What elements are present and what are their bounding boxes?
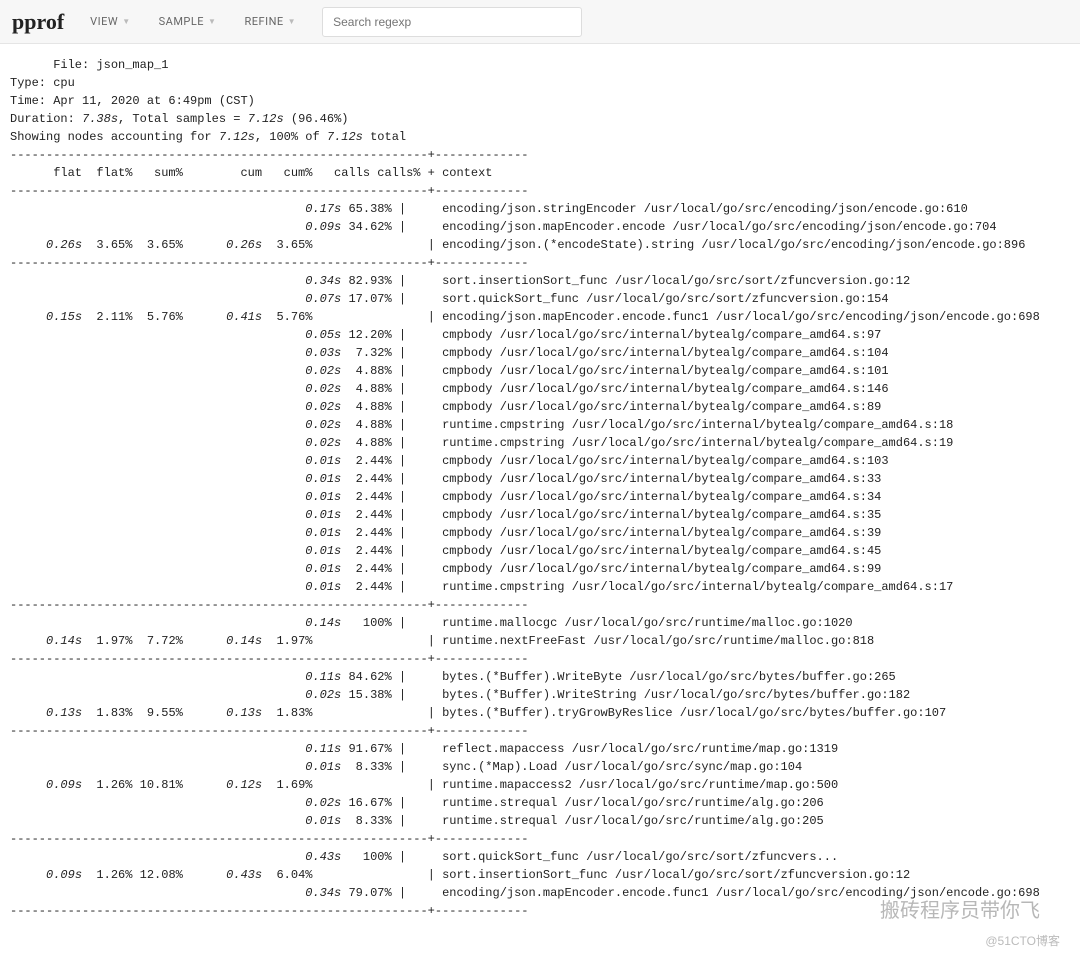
report-line: ----------------------------------------… <box>10 830 1070 848</box>
report-line: 0.01s 2.44% | cmpbody /usr/local/go/src/… <box>10 452 1070 470</box>
report-line: 0.01s 2.44% | cmpbody /usr/local/go/src/… <box>10 560 1070 578</box>
report-line: Showing nodes accounting for 7.12s, 100%… <box>10 128 1070 146</box>
report-line: Time: Apr 11, 2020 at 6:49pm (CST) <box>10 92 1070 110</box>
logo: pprof <box>12 9 64 35</box>
report-line: 0.01s 2.44% | runtime.cmpstring /usr/loc… <box>10 578 1070 596</box>
report-line: 0.02s 4.88% | cmpbody /usr/local/go/src/… <box>10 362 1070 380</box>
report-line: 0.26s 3.65% 3.65% 0.26s 3.65% | encoding… <box>10 236 1070 254</box>
search-input[interactable] <box>322 7 582 37</box>
report-line: 0.15s 2.11% 5.76% 0.41s 5.76% | encoding… <box>10 308 1070 326</box>
report-line: File: json_map_1 <box>10 56 1070 74</box>
report-line: 0.09s 1.26% 12.08% 0.43s 6.04% | sort.in… <box>10 866 1070 884</box>
report-line: 0.34s 82.93% | sort.insertionSort_func /… <box>10 272 1070 290</box>
report-line: 0.05s 12.20% | cmpbody /usr/local/go/src… <box>10 326 1070 344</box>
report-line: ----------------------------------------… <box>10 722 1070 740</box>
report-line: Type: cpu <box>10 74 1070 92</box>
menu-sample[interactable]: SAMPLE▼ <box>149 9 227 34</box>
report-line: 0.11s 84.62% | bytes.(*Buffer).WriteByte… <box>10 668 1070 686</box>
top-toolbar: pprof VIEW▼ SAMPLE▼ REFINE▼ <box>0 0 1080 44</box>
report-line: 0.11s 91.67% | reflect.mapaccess /usr/lo… <box>10 740 1070 758</box>
report-line: 0.03s 7.32% | cmpbody /usr/local/go/src/… <box>10 344 1070 362</box>
caret-icon: ▼ <box>288 17 296 26</box>
menu-refine[interactable]: REFINE▼ <box>234 9 306 34</box>
watermark-attribution: @51CTO博客 <box>985 932 1060 950</box>
report-line: 0.01s 8.33% | sync.(*Map).Load /usr/loca… <box>10 758 1070 776</box>
report-line: 0.02s 16.67% | runtime.strequal /usr/loc… <box>10 794 1070 812</box>
menu-view[interactable]: VIEW▼ <box>80 9 140 34</box>
report-line: 0.13s 1.83% 9.55% 0.13s 1.83% | bytes.(*… <box>10 704 1070 722</box>
report-line: ----------------------------------------… <box>10 182 1070 200</box>
report-line: Duration: 7.38s, Total samples = 7.12s (… <box>10 110 1070 128</box>
profile-report: File: json_map_1Type: cpuTime: Apr 11, 2… <box>0 44 1080 960</box>
report-line: 0.17s 65.38% | encoding/json.stringEncod… <box>10 200 1070 218</box>
report-line: 0.01s 2.44% | cmpbody /usr/local/go/src/… <box>10 488 1070 506</box>
report-line: 0.02s 4.88% | runtime.cmpstring /usr/loc… <box>10 434 1070 452</box>
report-line: 0.07s 17.07% | sort.quickSort_func /usr/… <box>10 290 1070 308</box>
report-line: 0.02s 4.88% | runtime.cmpstring /usr/loc… <box>10 416 1070 434</box>
report-line: 0.02s 15.38% | bytes.(*Buffer).WriteStri… <box>10 686 1070 704</box>
report-line: ----------------------------------------… <box>10 596 1070 614</box>
caret-icon: ▼ <box>122 17 130 26</box>
report-line: ----------------------------------------… <box>10 902 1070 920</box>
report-line: 0.01s 8.33% | runtime.strequal /usr/loca… <box>10 812 1070 830</box>
report-line: 0.01s 2.44% | cmpbody /usr/local/go/src/… <box>10 506 1070 524</box>
report-line: ----------------------------------------… <box>10 146 1070 164</box>
report-line: 0.14s 1.97% 7.72% 0.14s 1.97% | runtime.… <box>10 632 1070 650</box>
report-line: 0.02s 4.88% | cmpbody /usr/local/go/src/… <box>10 380 1070 398</box>
report-line: 0.34s 79.07% | encoding/json.mapEncoder.… <box>10 884 1070 902</box>
report-line: 0.01s 2.44% | cmpbody /usr/local/go/src/… <box>10 470 1070 488</box>
report-line: 0.02s 4.88% | cmpbody /usr/local/go/src/… <box>10 398 1070 416</box>
report-line: flat flat% sum% cum cum% calls calls% + … <box>10 164 1070 182</box>
report-line: 0.14s 100% | runtime.mallocgc /usr/local… <box>10 614 1070 632</box>
report-line: 0.09s 1.26% 10.81% 0.12s 1.69% | runtime… <box>10 776 1070 794</box>
caret-icon: ▼ <box>208 17 216 26</box>
report-line: 0.01s 2.44% | cmpbody /usr/local/go/src/… <box>10 542 1070 560</box>
report-line: ----------------------------------------… <box>10 254 1070 272</box>
report-line: ----------------------------------------… <box>10 650 1070 668</box>
report-line: 0.01s 2.44% | cmpbody /usr/local/go/src/… <box>10 524 1070 542</box>
report-line: 0.09s 34.62% | encoding/json.mapEncoder.… <box>10 218 1070 236</box>
report-line: 0.43s 100% | sort.quickSort_func /usr/lo… <box>10 848 1070 866</box>
